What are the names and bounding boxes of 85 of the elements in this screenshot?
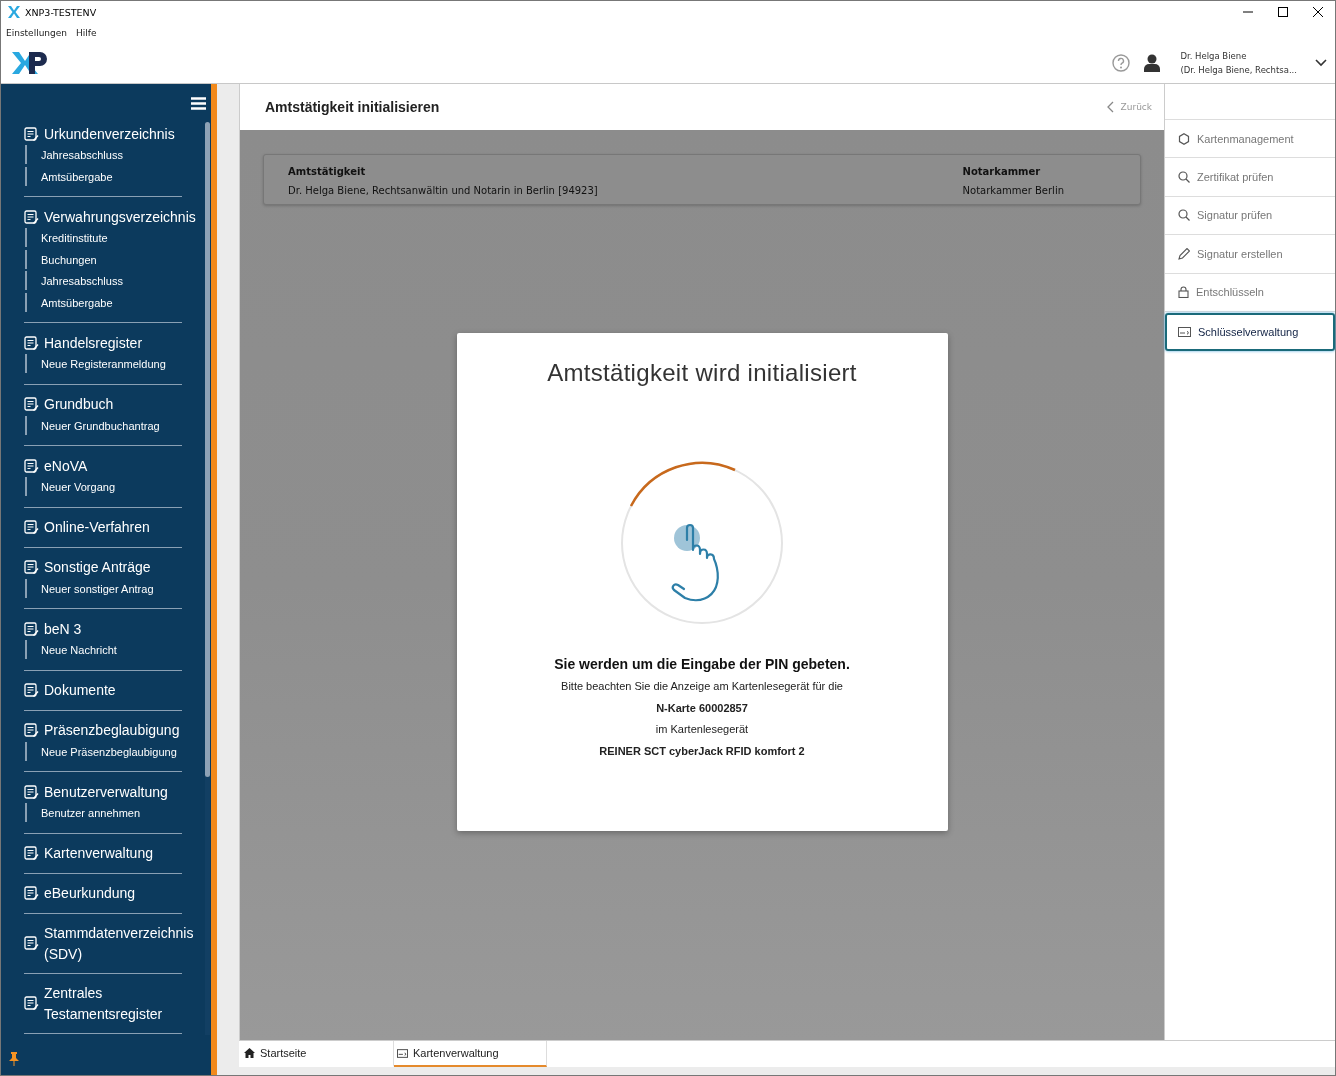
form-icon xyxy=(24,996,39,1011)
sidebar-item[interactable]: Buchungen xyxy=(25,249,182,269)
scrollbar-thumb[interactable] xyxy=(205,122,210,777)
sidebar-section[interactable]: Verwahrungsverzeichnis xyxy=(44,206,196,228)
action-button[interactable]: Signatur prüfen xyxy=(1165,196,1335,236)
field-value: Dr. Helga Biene, Rechtsanwältin und Notarin in Berlin [94923] xyxy=(288,184,598,198)
field-value: Notarkammer Berlin xyxy=(962,184,1064,198)
app-logo xyxy=(11,51,49,75)
help-icon[interactable] xyxy=(1112,54,1131,72)
form-icon xyxy=(24,683,39,698)
form-icon xyxy=(24,397,39,412)
form-icon xyxy=(24,723,39,738)
app-icon xyxy=(8,6,20,18)
sidebar-section[interactable]: Benutzerverwaltung xyxy=(44,781,168,803)
sidebar-section[interactable]: Grundbuch xyxy=(44,394,114,415)
chevron-down-icon[interactable] xyxy=(1315,59,1327,67)
form-icon xyxy=(24,458,39,474)
menu-icon[interactable] xyxy=(191,96,206,110)
sidebar-item[interactable]: Neue Präsenzbeglaubigung xyxy=(25,741,182,761)
action-button[interactable]: Signatur erstellen xyxy=(1165,235,1335,274)
sidebar-item[interactable]: Neuer Vorgang xyxy=(25,477,182,496)
action-button[interactable]: Zertifikat prüfen xyxy=(1165,158,1335,197)
field-label: Notarkammer xyxy=(962,165,1042,179)
sidebar-section[interactable]: Präsenzbeglaubigung xyxy=(44,720,180,741)
dialog-heading: Sie werden um die Eingabe der PIN gebeten. xyxy=(554,656,850,672)
sidebar-section[interactable]: beN 3 xyxy=(44,618,82,640)
home-icon xyxy=(244,1048,255,1058)
chevron-left-icon xyxy=(1106,101,1114,113)
lock-icon xyxy=(1178,286,1189,299)
user-name: Dr. Helga Biene xyxy=(1180,50,1248,63)
card-icon xyxy=(1178,327,1191,338)
dialog-text: N-Karte 60002857 xyxy=(656,700,748,716)
sidebar-item[interactable]: Neue Nachricht xyxy=(25,640,182,659)
sidebar-item[interactable]: Neuer Grundbuchantrag xyxy=(25,415,182,435)
sidebar-item[interactable]: Kreditinstitute xyxy=(25,228,182,247)
action-button[interactable]: Entschlüsseln xyxy=(1165,273,1335,312)
sidebar-item[interactable]: Neue Registeranmeldung xyxy=(25,354,182,373)
tab[interactable]: Kartenverwaltung xyxy=(394,1041,547,1067)
sidebar-section[interactable]: Zentrales Testamentsregister xyxy=(44,982,182,1025)
form-icon xyxy=(24,126,39,142)
dialog-title: Amtstätigkeit wird initialisiert xyxy=(547,359,857,387)
search-icon xyxy=(1178,209,1190,222)
form-icon xyxy=(24,886,39,901)
sidebar-section[interactable]: Kartenverwaltung xyxy=(44,843,153,864)
form-icon xyxy=(24,209,39,225)
sidebar-section[interactable]: eBeurkundung xyxy=(44,883,136,904)
search-icon xyxy=(1178,171,1190,184)
form-icon xyxy=(24,846,39,861)
user-icon[interactable] xyxy=(1144,54,1161,72)
card-icon xyxy=(397,1048,408,1058)
sidebar-item[interactable]: Benutzer annehmen xyxy=(25,803,182,822)
sidebar-section[interactable]: Dokumente xyxy=(44,680,116,701)
sidebar-section[interactable]: eNoVA xyxy=(44,455,88,477)
sidebar-item[interactable]: Neuer sonstiger Antrag xyxy=(25,578,182,598)
sidebar-section[interactable]: Handelsregister xyxy=(44,332,143,354)
tab[interactable]: Startseite xyxy=(241,1041,394,1067)
sidebar-item[interactable]: Amtsübergabe xyxy=(25,166,182,186)
form-icon xyxy=(24,784,39,800)
action-button[interactable]: Kartenmanagement xyxy=(1165,120,1335,159)
sidebar-item[interactable]: Jahresabschluss xyxy=(25,145,182,164)
menu-item[interactable]: Hilfe xyxy=(76,28,97,38)
user-role: (Dr. Helga Biene, Rechtsa... xyxy=(1180,64,1297,77)
action-button[interactable]: Schlüsselverwaltung xyxy=(1165,312,1335,352)
dialog-text: Bitte beachten Sie die Anzeige am Kartenlesegerät für die xyxy=(561,679,843,694)
maximize-icon[interactable] xyxy=(1278,7,1288,17)
sidebar-section[interactable]: Stammdatenverzeichnis (SDV) xyxy=(44,922,194,965)
sidebar-section[interactable]: Sonstige Anträge xyxy=(44,557,151,578)
menu-item[interactable]: Einstellungen xyxy=(6,28,67,38)
dialog-text: im Kartenlesegerät xyxy=(655,722,749,737)
form-icon xyxy=(24,520,39,535)
sidebar-item[interactable]: Amtsübergabe xyxy=(25,292,182,312)
form-icon xyxy=(24,621,39,637)
field-label: Amtstätigkeit xyxy=(288,165,367,179)
dialog-text: REINER SCT cyberJack RFID komfort 2 xyxy=(599,743,805,759)
sidebar-section[interactable]: Urkundenverzeichnis xyxy=(44,123,175,145)
window-title: XNP3-TESTENV xyxy=(25,6,97,18)
form-icon xyxy=(24,335,39,351)
sidebar-item[interactable]: Jahresabschluss xyxy=(25,271,182,290)
form-icon xyxy=(24,936,39,951)
sidebar-section[interactable]: Online-Verfahren xyxy=(44,517,150,538)
close-icon[interactable] xyxy=(1313,7,1323,17)
pin-icon[interactable] xyxy=(8,1052,20,1066)
form-icon xyxy=(24,560,39,575)
page-title: Amtstätigkeit initialisieren xyxy=(265,99,440,115)
pencil-icon xyxy=(1178,247,1190,260)
